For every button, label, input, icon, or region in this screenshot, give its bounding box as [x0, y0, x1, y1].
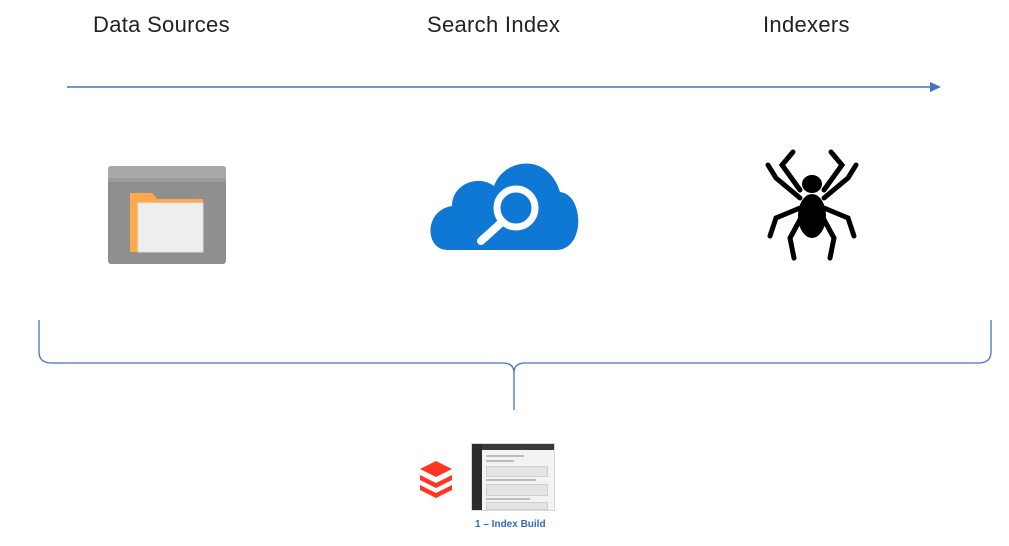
- diagram-caption: 1 – Index Build: [475, 519, 546, 530]
- cloud-search-icon: [430, 163, 579, 250]
- grouping-brace: [38, 320, 992, 410]
- spider-icon: [765, 149, 859, 261]
- flow-arrow: [67, 82, 941, 92]
- notebook-screenshot-thumbnail[interactable]: [471, 443, 555, 511]
- folder-icon: [108, 166, 226, 264]
- layered-stack-logo-icon: [420, 461, 452, 498]
